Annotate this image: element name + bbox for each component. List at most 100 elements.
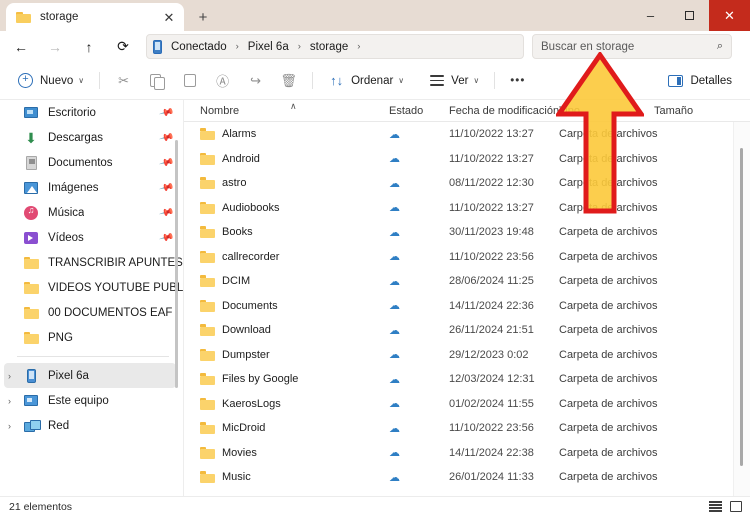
table-row[interactable]: Audiobooks ☁ 11/10/2022 13:27 Carpeta de ar… [184,196,750,221]
table-row[interactable]: Dumpster ☁ 29/12/2023 0:02 Carpeta de archi… [184,343,750,368]
column-header-nombre[interactable]: Nombre [200,105,239,117]
table-row[interactable]: Books ☁ 30/11/2023 19:48 Carpeta de archivo… [184,220,750,245]
table-row[interactable]: Alarms ☁ 11/10/2022 13:27 Carpeta de archiv… [184,122,750,147]
sort-button[interactable]: ↑↓ Ordenar ∨ [320,67,412,95]
file-type: Carpeta de archivos [559,250,658,263]
table-row[interactable]: Android ☁ 11/10/2022 13:27 Carpeta de archi… [184,147,750,172]
pin-icon[interactable]: 📌 [158,205,174,221]
forward-button[interactable]: → [38,34,72,60]
minimize-button[interactable]: – [631,0,670,31]
rename-button[interactable]: Ⓐ [206,67,239,95]
sidebar-item-png[interactable]: PNG [0,325,183,350]
back-button[interactable]: ← [4,34,38,60]
sidebar-scrollbar[interactable] [175,140,178,388]
sidebar-item-m-sica[interactable]: Música 📌 [0,200,183,225]
column-header-fecha[interactable]: Fecha de modificación [449,105,559,117]
phone-icon [153,39,162,54]
folder-icon [200,275,215,288]
table-row[interactable]: KaerosLogs ☁ 01/02/2024 11:55 Carpeta de ar… [184,392,750,417]
maximize-button[interactable] [670,0,709,31]
file-date: 11/10/2022 13:27 [449,128,534,141]
breadcrumb-separator: › [297,41,301,52]
cut-button[interactable]: ✂ [107,67,140,95]
sidebar-item-red[interactable]: › Red [0,413,183,438]
toolbar-divider [312,72,314,89]
pin-icon[interactable]: 📌 [158,155,174,171]
sidebar-item-descargas[interactable]: ⬇ Descargas 📌 [0,125,183,150]
breadcrumb-separator-end[interactable]: › [350,41,367,52]
column-header-tamano[interactable]: Tamaño [654,105,693,117]
sidebar-item-label: Vídeos [48,231,84,244]
pin-icon[interactable]: 📌 [158,230,174,246]
share-button[interactable]: ↪ [239,67,272,95]
sidebar-item-escritorio[interactable]: Escritorio 📌 [0,100,183,125]
new-tab-button[interactable]: + [188,3,218,31]
address-bar[interactable]: Conectado › Pixel 6a › storage › [146,34,524,59]
sidebar-item-label: PNG [48,331,73,344]
breadcrumb-storage[interactable]: storage [308,41,350,53]
file-date: 30/11/2023 19:48 [449,226,534,239]
sidebar-item-v-deos[interactable]: Vídeos 📌 [0,225,183,250]
refresh-button[interactable]: ⟳ [106,34,140,60]
videos-icon [23,230,39,246]
sidebar-item-este-equipo[interactable]: › Este equipo [0,388,183,413]
more-options-button[interactable]: ••• [502,67,533,95]
sidebar-item-pixel-6a[interactable]: › Pixel 6a [4,363,176,388]
table-row[interactable]: astro ☁ 08/11/2022 12:30 Carpeta de archivo… [184,171,750,196]
sidebar-item-im-genes[interactable]: Imágenes 📌 [0,175,183,200]
folder-icon [23,280,39,296]
rename-icon: Ⓐ [216,74,230,89]
view-button[interactable]: Ver ∨ [420,67,487,95]
table-row[interactable]: Files by Google ☁ 12/03/2024 12:31 Carpeta … [184,367,750,392]
folder-icon [200,397,215,410]
table-row[interactable]: MicDroid ☁ 11/10/2022 23:56 Carpeta de arch… [184,416,750,441]
trash-icon: 🗑 [280,72,297,88]
copy-icon [148,72,165,90]
up-button[interactable]: ↑ [72,34,106,60]
command-toolbar: Nuevo ∨ ✂ Ⓐ ↪ 🗑 ↑↓ Ordenar ∨ Ve [0,62,750,100]
delete-button[interactable]: 🗑 [272,67,305,95]
details-pane-button[interactable]: Detalles [659,67,740,95]
pin-icon[interactable]: 📌 [158,105,174,121]
file-name: Files by Google [222,373,299,386]
sidebar-item-documentos[interactable]: Documentos 📌 [0,150,183,175]
cloud-status-icon: ☁ [389,153,400,166]
table-row[interactable]: callrecorder ☁ 11/10/2022 23:56 Carpeta de … [184,245,750,270]
copy-button[interactable] [140,67,173,95]
sidebar-item-transcribir-apuntes-con[interactable]: TRANSCRIBIR APUNTES CON [0,250,183,275]
tile-view-icon[interactable] [730,501,742,512]
search-icon: ⌕ [716,40,723,52]
sort-ascending-icon: ∧ [290,101,297,111]
close-icon[interactable]: ✕ [161,9,177,25]
sidebar-item-label: VIDEOS YOUTUBE PUBLICADO [48,281,183,294]
table-row[interactable]: Music ☁ 26/01/2024 11:33 Carpeta de archivo… [184,465,750,490]
breadcrumb-pixel-6a[interactable]: Pixel 6a [246,41,291,53]
pin-icon[interactable]: 📌 [158,130,174,146]
sidebar-item-videos-youtube-publicado[interactable]: VIDEOS YOUTUBE PUBLICADO [0,275,183,300]
new-button[interactable]: Nuevo ∨ [9,67,92,95]
chevron-right-icon[interactable]: › [8,421,11,431]
table-row[interactable]: Download ☁ 26/11/2024 21:51 Carpeta de arch… [184,318,750,343]
tab-storage[interactable]: storage ✕ [6,3,184,31]
close-window-button[interactable]: ✕ [709,0,750,31]
breadcrumb-conectado[interactable]: Conectado [169,41,229,53]
list-view-icon[interactable] [709,501,722,512]
table-row[interactable]: Movies ☁ 14/11/2024 22:38 Carpeta de archiv… [184,441,750,466]
file-explorer-window: storage ✕ + – ✕ ← → ↑ ⟳ Conectado › Pixe… [0,0,750,516]
chevron-right-icon[interactable]: › [8,396,11,406]
pin-icon[interactable]: 📌 [158,180,174,196]
file-name: Books [222,226,253,239]
table-row[interactable]: DCIM ☁ 28/06/2024 11:25 Carpeta de archivos [184,269,750,294]
file-date: 11/10/2022 13:27 [449,201,534,214]
folder-icon [200,471,215,484]
file-type: Carpeta de archivos [559,348,658,361]
cloud-status-icon: ☁ [389,300,400,313]
paste-button[interactable] [173,67,206,95]
chevron-right-icon[interactable]: › [8,371,11,381]
sidebar-item-00-documentos-eaf[interactable]: 00 DOCUMENTOS EAF [0,300,183,325]
column-header-tipo[interactable]: Tipo [559,105,580,117]
column-header-estado[interactable]: Estado [389,105,423,117]
music-icon [23,205,39,221]
search-input[interactable]: Buscar en storage ⌕ [532,34,732,59]
table-row[interactable]: Documents ☁ 14/11/2024 22:36 Carpeta de arc… [184,294,750,319]
